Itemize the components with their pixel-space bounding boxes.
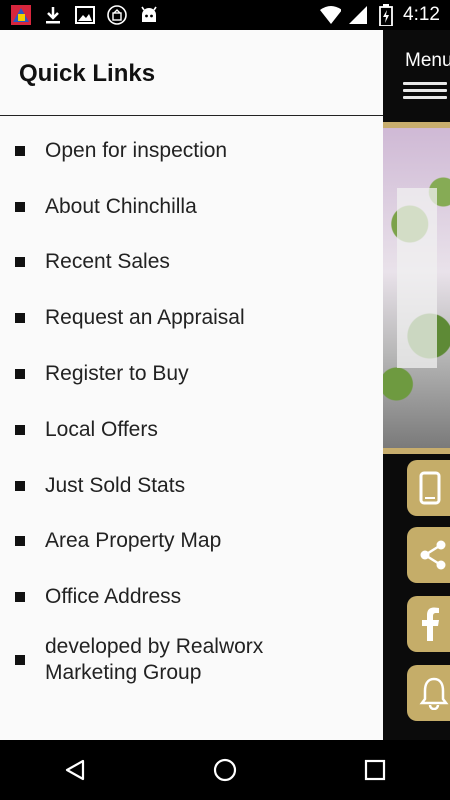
bullet-icon [15,536,25,547]
link-label: Area Property Map [45,529,222,553]
drawer-title: Quick Links [19,60,156,87]
android-icon [138,4,160,26]
link-register-to-buy[interactable]: Register to Buy [0,346,383,402]
image-icon [74,4,96,26]
bullet-icon [15,592,25,603]
download-icon [42,4,64,26]
link-just-sold-stats[interactable]: Just Sold Stats [0,458,383,514]
background-app: Menu [383,30,450,740]
divider [0,115,383,116]
link-local-offers[interactable]: Local Offers [0,402,383,458]
link-label: Office Address [45,585,182,609]
back-icon [65,759,85,781]
link-about-chinchilla[interactable]: About Chinchilla [0,179,383,235]
clock: 4:12 [403,4,440,25]
bullet-icon [15,655,25,666]
store-icon [106,4,128,26]
link-label: Register to Buy [45,362,189,386]
notifications-button[interactable] [407,665,450,721]
link-request-appraisal[interactable]: Request an Appraisal [0,290,383,346]
link-area-property-map[interactable]: Area Property Map [0,514,383,570]
share-icon [420,540,446,570]
bullet-icon [15,257,25,268]
signal-icon [347,4,369,26]
battery-charging-icon [375,4,397,26]
bullet-icon [15,145,25,156]
bullet-icon [15,369,25,380]
link-label: Just Sold Stats [45,473,186,497]
hero-image [383,122,450,454]
bullet-icon [15,424,25,435]
link-recent-sales[interactable]: Recent Sales [0,235,383,291]
share-button[interactable] [407,527,450,583]
bullet-icon [15,201,25,212]
link-label: Request an Appraisal [45,306,245,330]
home-button[interactable] [205,750,245,790]
back-button[interactable] [55,750,95,790]
link-office-address[interactable]: Office Address [0,569,383,625]
bullet-icon [15,480,25,491]
link-label: About Chinchilla [45,194,197,218]
bell-icon [419,677,449,710]
phone-button[interactable] [407,460,450,516]
home-icon [213,758,237,782]
phone-icon [419,471,441,505]
menu-label[interactable]: Menu [405,50,450,72]
link-open-for-inspection[interactable]: Open for inspection [0,123,383,179]
status-bar: 4:12 [0,0,450,30]
recents-icon [364,759,386,781]
recents-button[interactable] [355,750,395,790]
link-developer-credit[interactable]: developed by Realworx Marketing Group [0,625,383,695]
navigation-bar [0,740,450,800]
link-label: Open for inspection [45,138,228,162]
link-label: Local Offers [45,417,158,441]
app-icon [10,4,32,26]
link-label: Recent Sales [45,250,170,274]
wifi-icon [319,4,342,26]
facebook-button[interactable] [407,596,450,652]
link-label: developed by Realworx Marketing Group [45,635,264,685]
hamburger-menu-icon[interactable] [403,82,447,103]
navigation-drawer: Quick Links Open for inspection About Ch… [0,30,383,740]
quick-links-list: Open for inspection About Chinchilla Rec… [0,123,383,695]
bullet-icon [15,313,25,324]
facebook-icon [422,607,439,641]
